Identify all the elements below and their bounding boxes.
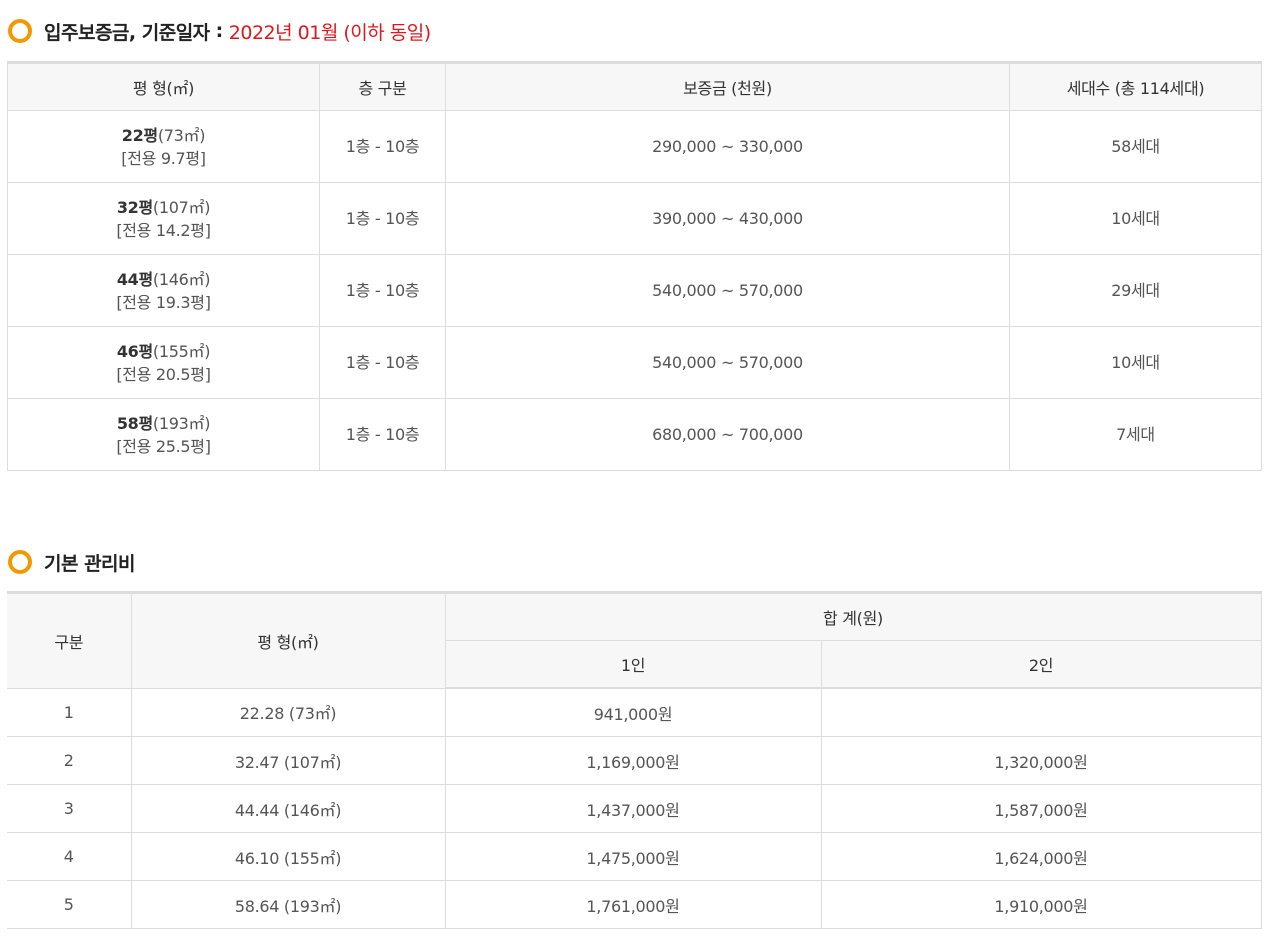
- cell-two-person: 1,624,000원: [820, 832, 1262, 881]
- cell-area: 58평(193㎡) [전용 25.5평]: [7, 398, 320, 471]
- table-header-row: 구분 평 형(㎡) 합 계(원): [7, 592, 1262, 688]
- section-title-management-fee: 기본 관리비: [8, 547, 136, 577]
- section-title-text: 기본 관리비: [44, 552, 136, 575]
- table-row: 1 22.28 (73㎡) 941,000원: [7, 687, 1262, 737]
- header-area: 평 형(㎡): [130, 592, 446, 688]
- table-row: 5 58.64 (193㎡) 1,761,000원 1,910,000원: [7, 880, 1262, 929]
- header-category: 구분: [7, 592, 132, 688]
- deposit-table: 평 형(㎡) 층 구분 보증금 (천원) 세대수 (총 114세대) 22평(7…: [7, 61, 1262, 471]
- reference-date: 2022년 01월 (이하 동일): [228, 21, 431, 44]
- area-pyeong: 32평: [116, 197, 153, 217]
- area-sqm: (146㎡): [152, 269, 211, 289]
- cell-two-person: 1,910,000원: [820, 880, 1262, 929]
- cell-floor: 1층 - 10층: [319, 398, 446, 471]
- header-two-person: 2인: [820, 640, 1262, 689]
- cell-one-person: 1,761,000원: [444, 880, 822, 929]
- cell-deposit: 390,000 ~ 430,000: [445, 182, 1010, 255]
- cell-floor: 1층 - 10층: [319, 254, 446, 327]
- cell-area: 32평(107㎡) [전용 14.2평]: [7, 182, 320, 255]
- table-row: 46평(155㎡) [전용 20.5평] 1층 - 10층 540,000 ~ 570…: [7, 326, 1262, 399]
- cell-area: 22평(73㎡) [전용 9.7평]: [7, 110, 320, 183]
- cell-deposit: 290,000 ~ 330,000: [445, 110, 1010, 183]
- cell-area: 44평(146㎡) [전용 19.3평]: [7, 254, 320, 327]
- cell-area: 58.64 (193㎡): [130, 880, 446, 929]
- header-total: 합 계(원): [444, 592, 1262, 641]
- cell-category: 2: [7, 736, 132, 785]
- section-title-deposit: 입주보증금, 기준일자 : 2022년 01월 (이하 동일): [8, 16, 431, 46]
- area-pyeong: 58평: [116, 413, 153, 433]
- cell-area: 22.28 (73㎡): [130, 687, 446, 737]
- area-sqm: (193㎡): [152, 413, 211, 433]
- cell-units: 29세대: [1009, 254, 1262, 327]
- cell-two-person: [820, 687, 1262, 737]
- cell-area: 32.47 (107㎡): [130, 736, 446, 785]
- area-sqm: (155㎡): [152, 341, 211, 361]
- area-pyeong: 44평: [116, 269, 153, 289]
- section-title-text: 입주보증금, 기준일자: [44, 21, 210, 44]
- management-fee-table: 구분 평 형(㎡) 합 계(원) 1인 2인 1 22.28 (73㎡) 941,0…: [7, 591, 1262, 929]
- title-separator: :: [215, 20, 224, 42]
- header-deposit: 보증금 (천원): [445, 62, 1010, 111]
- cell-one-person: 941,000원: [444, 687, 822, 737]
- cell-category: 1: [7, 687, 132, 737]
- table-row: 2 32.47 (107㎡) 1,169,000원 1,320,000원: [7, 736, 1262, 785]
- area-exclusive: [전용 9.7평]: [121, 148, 206, 168]
- cell-units: 7세대: [1009, 398, 1262, 471]
- header-area: 평 형(㎡): [7, 62, 320, 111]
- cell-one-person: 1,437,000원: [444, 784, 822, 833]
- table-row: 44평(146㎡) [전용 19.3평] 1층 - 10층 540,000 ~ 570…: [7, 254, 1262, 327]
- table-row: 4 46.10 (155㎡) 1,475,000원 1,624,000원: [7, 832, 1262, 881]
- area-pyeong: 22평: [121, 125, 158, 145]
- cell-units: 10세대: [1009, 326, 1262, 399]
- area-sqm: (73㎡): [157, 125, 206, 145]
- cell-area: 44.44 (146㎡): [130, 784, 446, 833]
- table-row: 32평(107㎡) [전용 14.2평] 1층 - 10층 390,000 ~ 430…: [7, 182, 1262, 255]
- table-row: 3 44.44 (146㎡) 1,437,000원 1,587,000원: [7, 784, 1262, 833]
- area-sqm: (107㎡): [152, 197, 211, 217]
- cell-deposit: 540,000 ~ 570,000: [445, 254, 1010, 327]
- cell-floor: 1층 - 10층: [319, 326, 446, 399]
- orange-ring-icon: [8, 550, 32, 574]
- area-exclusive: [전용 14.2평]: [116, 220, 211, 240]
- area-exclusive: [전용 20.5평]: [116, 364, 211, 384]
- header-floor: 층 구분: [319, 62, 446, 111]
- cell-area: 46.10 (155㎡): [130, 832, 446, 881]
- table-row: 58평(193㎡) [전용 25.5평] 1층 - 10층 680,000 ~ 700…: [7, 398, 1262, 471]
- cell-two-person: 1,320,000원: [820, 736, 1262, 785]
- area-pyeong: 46평: [116, 341, 153, 361]
- area-exclusive: [전용 19.3평]: [116, 292, 211, 312]
- cell-category: 5: [7, 880, 132, 929]
- orange-ring-icon: [8, 19, 32, 43]
- cell-units: 10세대: [1009, 182, 1262, 255]
- cell-one-person: 1,169,000원: [444, 736, 822, 785]
- cell-units: 58세대: [1009, 110, 1262, 183]
- cell-area: 46평(155㎡) [전용 20.5평]: [7, 326, 320, 399]
- cell-deposit: 540,000 ~ 570,000: [445, 326, 1010, 399]
- header-units: 세대수 (총 114세대): [1009, 62, 1262, 111]
- cell-category: 3: [7, 784, 132, 833]
- table-row: 22평(73㎡) [전용 9.7평] 1층 - 10층 290,000 ~ 330,0…: [7, 110, 1262, 183]
- header-one-person: 1인: [444, 640, 822, 689]
- cell-floor: 1층 - 10층: [319, 182, 446, 255]
- cell-two-person: 1,587,000원: [820, 784, 1262, 833]
- cell-one-person: 1,475,000원: [444, 832, 822, 881]
- cell-floor: 1층 - 10층: [319, 110, 446, 183]
- area-exclusive: [전용 25.5평]: [116, 436, 211, 456]
- cell-deposit: 680,000 ~ 700,000: [445, 398, 1010, 471]
- cell-category: 4: [7, 832, 132, 881]
- table-header-row: 평 형(㎡) 층 구분 보증금 (천원) 세대수 (총 114세대): [7, 62, 1262, 111]
